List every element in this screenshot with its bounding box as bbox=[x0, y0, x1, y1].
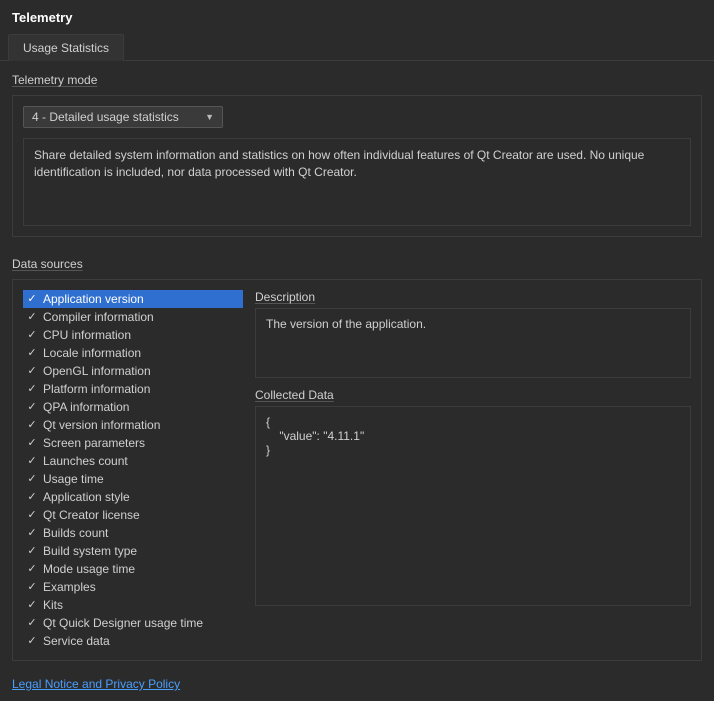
check-icon: ✓ bbox=[25, 543, 39, 559]
list-item[interactable]: ✓Examples bbox=[23, 578, 243, 596]
list-item[interactable]: ✓Qt Creator license bbox=[23, 506, 243, 524]
list-item-label: Builds count bbox=[43, 525, 108, 541]
check-icon: ✓ bbox=[25, 399, 39, 415]
list-item-label: QPA information bbox=[43, 399, 129, 415]
legal-link-container: Legal Notice and Privacy Policy bbox=[0, 669, 714, 701]
list-item-label: Platform information bbox=[43, 381, 150, 397]
list-item-label: Usage time bbox=[43, 471, 104, 487]
check-icon: ✓ bbox=[25, 579, 39, 595]
list-item-label: Locale information bbox=[43, 345, 141, 361]
check-icon: ✓ bbox=[25, 615, 39, 631]
list-item-label: Build system type bbox=[43, 543, 137, 559]
check-icon: ✓ bbox=[25, 309, 39, 325]
description-box: The version of the application. bbox=[255, 308, 691, 378]
list-item[interactable]: ✓Usage time bbox=[23, 470, 243, 488]
list-item[interactable]: ✓Service data bbox=[23, 632, 243, 650]
list-item[interactable]: ✓Application version bbox=[23, 290, 243, 308]
list-item[interactable]: ✓Compiler information bbox=[23, 308, 243, 326]
list-item[interactable]: ✓QPA information bbox=[23, 398, 243, 416]
list-item-label: Application version bbox=[43, 291, 144, 307]
list-item[interactable]: ✓Qt Quick Designer usage time bbox=[23, 614, 243, 632]
description-label: Description bbox=[255, 290, 691, 304]
list-item[interactable]: ✓Build system type bbox=[23, 542, 243, 560]
list-item-label: CPU information bbox=[43, 327, 131, 343]
telemetry-mode-label: Telemetry mode bbox=[0, 61, 714, 89]
check-icon: ✓ bbox=[25, 471, 39, 487]
list-item[interactable]: ✓Builds count bbox=[23, 524, 243, 542]
check-icon: ✓ bbox=[25, 381, 39, 397]
list-item[interactable]: ✓Application style bbox=[23, 488, 243, 506]
check-icon: ✓ bbox=[25, 597, 39, 613]
telemetry-mode-value: 4 - Detailed usage statistics bbox=[32, 110, 179, 124]
list-item[interactable]: ✓Screen parameters bbox=[23, 434, 243, 452]
check-icon: ✓ bbox=[25, 561, 39, 577]
list-item[interactable]: ✓Platform information bbox=[23, 380, 243, 398]
list-item-label: Service data bbox=[43, 633, 110, 649]
collected-data-label: Collected Data bbox=[255, 388, 691, 402]
tab-bar: Usage Statistics bbox=[0, 33, 714, 61]
list-item[interactable]: ✓Launches count bbox=[23, 452, 243, 470]
telemetry-mode-dropdown[interactable]: 4 - Detailed usage statistics ▼ bbox=[23, 106, 223, 128]
list-item-label: Qt Creator license bbox=[43, 507, 140, 523]
tab-usage-statistics[interactable]: Usage Statistics bbox=[8, 34, 124, 61]
list-item[interactable]: ✓Mode usage time bbox=[23, 560, 243, 578]
check-icon: ✓ bbox=[25, 327, 39, 343]
telemetry-mode-group: 4 - Detailed usage statistics ▼ Share de… bbox=[12, 95, 702, 237]
list-item[interactable]: ✓Kits bbox=[23, 596, 243, 614]
check-icon: ✓ bbox=[25, 525, 39, 541]
data-source-detail: Description The version of the applicati… bbox=[255, 290, 691, 650]
collected-data-box: { "value": "4.11.1" } bbox=[255, 406, 691, 606]
check-icon: ✓ bbox=[25, 507, 39, 523]
check-icon: ✓ bbox=[25, 345, 39, 361]
list-item-label: Examples bbox=[43, 579, 96, 595]
check-icon: ✓ bbox=[25, 291, 39, 307]
check-icon: ✓ bbox=[25, 633, 39, 649]
list-item-label: Application style bbox=[43, 489, 130, 505]
list-item-label: OpenGL information bbox=[43, 363, 151, 379]
list-item-label: Launches count bbox=[43, 453, 128, 469]
data-sources-group: ✓Application version✓Compiler informatio… bbox=[12, 279, 702, 661]
list-item-label: Qt Quick Designer usage time bbox=[43, 615, 203, 631]
legal-notice-link[interactable]: Legal Notice and Privacy Policy bbox=[12, 677, 180, 691]
chevron-down-icon: ▼ bbox=[205, 112, 214, 122]
check-icon: ✓ bbox=[25, 453, 39, 469]
list-item[interactable]: ✓OpenGL information bbox=[23, 362, 243, 380]
data-sources-list: ✓Application version✓Compiler informatio… bbox=[23, 290, 243, 650]
list-item[interactable]: ✓Qt version information bbox=[23, 416, 243, 434]
telemetry-mode-description: Share detailed system information and st… bbox=[23, 138, 691, 226]
check-icon: ✓ bbox=[25, 489, 39, 505]
check-icon: ✓ bbox=[25, 417, 39, 433]
list-item-label: Qt version information bbox=[43, 417, 160, 433]
list-item-label: Mode usage time bbox=[43, 561, 135, 577]
list-item-label: Screen parameters bbox=[43, 435, 145, 451]
check-icon: ✓ bbox=[25, 435, 39, 451]
list-item[interactable]: ✓CPU information bbox=[23, 326, 243, 344]
page-title: Telemetry bbox=[0, 0, 714, 33]
check-icon: ✓ bbox=[25, 363, 39, 379]
list-item-label: Compiler information bbox=[43, 309, 154, 325]
data-sources-label: Data sources bbox=[0, 245, 714, 273]
list-item-label: Kits bbox=[43, 597, 63, 613]
list-item[interactable]: ✓Locale information bbox=[23, 344, 243, 362]
